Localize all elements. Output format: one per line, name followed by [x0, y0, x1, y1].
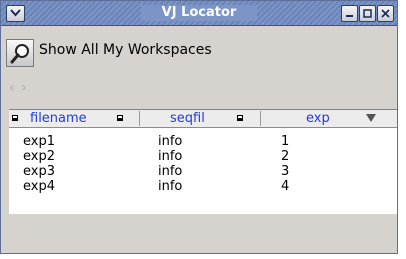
forward-arrow-icon[interactable]: › — [21, 81, 27, 95]
chevron-down-icon — [10, 9, 21, 17]
minimize-icon — [346, 15, 353, 17]
magnifier-icon — [10, 44, 29, 64]
show-workspaces-button[interactable] — [6, 39, 34, 67]
column-header-seqfil[interactable]: seqfil — [170, 110, 205, 127]
column-selector-icon[interactable] — [117, 115, 123, 121]
column-header-exp[interactable]: exp — [306, 110, 330, 127]
cell-filename: exp1 — [23, 134, 55, 149]
window-menu-button[interactable] — [6, 5, 25, 22]
column-header-filename[interactable]: filename — [30, 110, 87, 127]
vj-locator-window: VJ Locator Show All My Workspaces ‹ › fi… — [0, 0, 398, 254]
workspace-table: filename seqfil exp exp1 info 1 exp2 inf… — [9, 109, 397, 252]
cell-exp: 4 — [281, 179, 290, 194]
cell-seqfil: info — [158, 164, 183, 179]
column-selector-icon[interactable] — [237, 115, 243, 121]
table-row[interactable]: exp4 info 4 — [9, 179, 397, 194]
sort-descending-icon[interactable] — [365, 113, 377, 123]
column-divider[interactable] — [139, 111, 140, 126]
minimize-button[interactable] — [341, 5, 358, 22]
cell-filename: exp3 — [23, 164, 55, 179]
window-title: VJ Locator — [141, 5, 257, 21]
show-workspaces-label: Show All My Workspaces — [39, 42, 212, 58]
column-selector-icon[interactable] — [12, 115, 18, 121]
table-row[interactable]: exp3 info 3 — [9, 164, 397, 179]
maximize-button[interactable] — [359, 5, 376, 22]
back-arrow-icon[interactable]: ‹ — [9, 81, 15, 95]
cell-exp: 3 — [281, 164, 290, 179]
column-divider[interactable] — [260, 111, 261, 126]
cell-filename: exp2 — [23, 149, 55, 164]
cell-seqfil: info — [158, 134, 183, 149]
cell-exp: 1 — [281, 134, 290, 149]
toolbar: Show All My Workspaces — [1, 26, 397, 86]
cell-seqfil: info — [158, 179, 183, 194]
cell-seqfil: info — [158, 149, 183, 164]
table-row[interactable]: exp2 info 2 — [9, 149, 397, 164]
close-icon — [381, 9, 390, 18]
table-body: exp1 info 1 exp2 info 2 exp3 info 3 exp4… — [9, 128, 397, 214]
cell-filename: exp4 — [23, 179, 55, 194]
table-row[interactable]: exp1 info 1 — [9, 134, 397, 149]
cell-exp: 2 — [281, 149, 290, 164]
maximize-icon — [363, 9, 372, 18]
close-button[interactable] — [377, 5, 394, 22]
title-bar[interactable]: VJ Locator — [1, 1, 397, 26]
table-header: filename seqfil exp — [9, 110, 397, 128]
